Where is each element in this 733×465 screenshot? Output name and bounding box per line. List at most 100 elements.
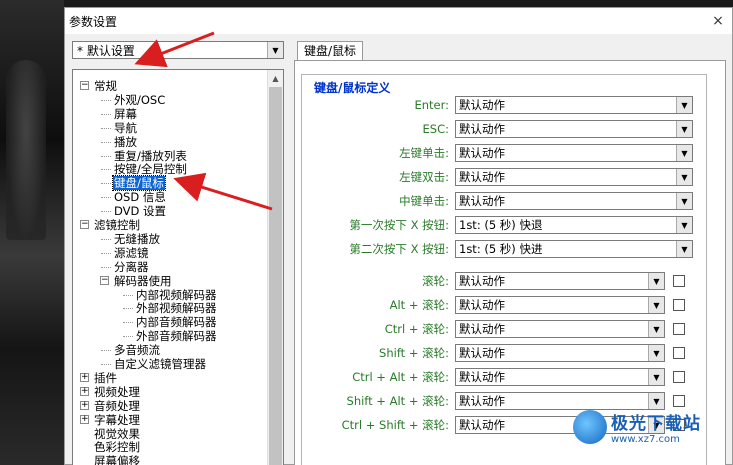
tree-item[interactable]: 播放 bbox=[113, 135, 138, 149]
setting-label: ESC: bbox=[422, 122, 449, 136]
scroll-up-icon[interactable]: ▲ bbox=[268, 70, 283, 86]
tree-connector bbox=[101, 99, 111, 101]
tree-item[interactable]: 解码器使用 bbox=[113, 274, 173, 288]
action-dropdown[interactable]: 默认动作 ▼ bbox=[455, 144, 693, 162]
tree-item[interactable]: 常规 bbox=[93, 79, 118, 93]
close-button[interactable]: × bbox=[708, 11, 728, 31]
setting-label: Enter: bbox=[414, 98, 449, 112]
preset-dropdown[interactable]: * 默认设置 ▼ bbox=[72, 41, 284, 59]
tree-item[interactable]: 重复/播放列表 bbox=[113, 149, 188, 163]
expand-icon[interactable]: + bbox=[80, 400, 89, 410]
enable-checkbox[interactable] bbox=[673, 395, 685, 407]
chevron-down-icon[interactable]: ▼ bbox=[648, 297, 664, 313]
collapse-icon[interactable]: − bbox=[100, 275, 109, 285]
tree-connector bbox=[123, 294, 133, 296]
chevron-down-icon[interactable]: ▼ bbox=[676, 97, 692, 113]
tree-item-label: 源滤镜 bbox=[114, 245, 149, 260]
tree-item[interactable]: 分离器 bbox=[113, 260, 150, 274]
tree-connector bbox=[101, 169, 111, 171]
tree-item[interactable]: 音频处理 bbox=[93, 399, 141, 413]
tree-item[interactable]: 键盘/鼠标 bbox=[112, 175, 166, 192]
action-dropdown[interactable]: 1st: (5 秒) 快进 ▼ bbox=[455, 240, 693, 258]
action-dropdown[interactable]: 1st: (5 秒) 快退 ▼ bbox=[455, 216, 693, 234]
scroll-thumb[interactable] bbox=[269, 87, 282, 465]
tree-item[interactable]: 色彩控制 bbox=[93, 440, 141, 454]
action-dropdown[interactable]: 默认动作 ▼ bbox=[455, 272, 665, 290]
enable-checkbox[interactable] bbox=[673, 275, 685, 287]
tree-item[interactable]: 字幕处理 bbox=[93, 413, 141, 427]
enable-checkbox[interactable] bbox=[673, 299, 685, 311]
chevron-down-icon[interactable]: ▼ bbox=[676, 193, 692, 209]
chevron-down-icon[interactable]: ▼ bbox=[676, 145, 692, 161]
tree-item[interactable]: 按键/全局控制 bbox=[113, 162, 188, 176]
action-dropdown[interactable]: 默认动作 ▼ bbox=[455, 296, 665, 314]
tree-connector bbox=[101, 364, 111, 365]
tree-item[interactable]: 外部音频解码器 bbox=[135, 329, 218, 343]
tree-item[interactable]: 内部音频解码器 bbox=[135, 315, 218, 329]
tree-item[interactable]: 视觉效果 bbox=[93, 427, 141, 441]
tree-item[interactable]: OSD 信息 bbox=[113, 190, 167, 204]
action-value: 默认动作 bbox=[459, 298, 505, 312]
action-dropdown[interactable]: 默认动作 ▼ bbox=[455, 96, 693, 114]
tree-item[interactable]: 滤镜控制 bbox=[93, 218, 141, 232]
action-dropdown[interactable]: 默认动作 ▼ bbox=[455, 344, 665, 362]
tab-keyboard-mouse[interactable]: 键盘/鼠标 bbox=[297, 41, 364, 61]
setting-label: 左键单击: bbox=[399, 146, 449, 160]
tree-item-label: 导航 bbox=[114, 120, 137, 135]
tree-connector bbox=[101, 127, 111, 129]
expand-icon[interactable]: + bbox=[80, 386, 89, 396]
tree-item[interactable]: 外观/OSC bbox=[113, 93, 166, 107]
tree-connector bbox=[101, 113, 111, 115]
tree-scrollbar[interactable]: ▲ bbox=[267, 70, 283, 465]
chevron-down-icon[interactable]: ▼ bbox=[676, 217, 692, 233]
collapse-icon[interactable]: − bbox=[80, 81, 89, 90]
expand-icon[interactable]: + bbox=[80, 414, 89, 424]
action-value: 默认动作 bbox=[459, 98, 505, 112]
settings-window: 参数设置 × * 默认设置 ▼ 常规 − 外观/OSC 屏幕 导航 播放 重复/播放列表 按键… bbox=[64, 7, 733, 465]
watermark-name: 极光下载站 bbox=[611, 414, 701, 434]
chevron-down-icon[interactable]: ▼ bbox=[267, 42, 283, 58]
enable-checkbox[interactable] bbox=[673, 347, 685, 359]
action-dropdown[interactable]: 默认动作 ▼ bbox=[455, 192, 693, 210]
chevron-down-icon[interactable]: ▼ bbox=[676, 169, 692, 185]
chevron-down-icon[interactable]: ▼ bbox=[648, 273, 664, 289]
tree-item[interactable]: 外部视频解码器 bbox=[135, 301, 218, 315]
chevron-down-icon[interactable]: ▼ bbox=[676, 121, 692, 137]
tree-item[interactable]: 自定义滤镜管理器 bbox=[113, 357, 207, 371]
action-dropdown[interactable]: 默认动作 ▼ bbox=[455, 168, 693, 186]
tab-panel: 键盘/鼠标定义 Enter: 默认动作 ▼ ESC: 默认动作 ▼ 左键单击: 默认动作 ▼ 左键… bbox=[294, 60, 726, 465]
action-value: 默认动作 bbox=[459, 146, 505, 160]
tree-item[interactable]: 屏幕 bbox=[113, 107, 138, 121]
action-dropdown[interactable]: 默认动作 ▼ bbox=[455, 368, 665, 386]
chevron-down-icon[interactable]: ▼ bbox=[648, 321, 664, 337]
tree-item[interactable]: 无缝播放 bbox=[113, 232, 161, 246]
chevron-down-icon[interactable]: ▼ bbox=[648, 369, 664, 385]
setting-label: 中键单击: bbox=[399, 194, 449, 208]
tree-item-label: 色彩控制 bbox=[94, 440, 140, 455]
tree-connector bbox=[101, 252, 111, 254]
enable-checkbox[interactable] bbox=[673, 323, 685, 335]
watermark-logo-icon bbox=[573, 410, 607, 444]
chevron-down-icon[interactable]: ▼ bbox=[648, 345, 664, 361]
tree-item[interactable]: 屏幕偏移 bbox=[93, 454, 141, 465]
tree-item-label: 键盘/鼠标 bbox=[112, 175, 166, 192]
tree-item[interactable]: 视频处理 bbox=[93, 385, 141, 399]
setting-label: 第二次按下 X 按钮: bbox=[349, 242, 449, 256]
action-dropdown[interactable]: 默认动作 ▼ bbox=[455, 120, 693, 138]
chevron-down-icon[interactable]: ▼ bbox=[676, 241, 692, 257]
tree-item[interactable]: 内部视频解码器 bbox=[135, 288, 218, 302]
tree-item[interactable]: 多音频流 bbox=[113, 343, 161, 357]
tree-item-label: 播放 bbox=[114, 134, 137, 149]
tree-item[interactable]: 源滤镜 bbox=[113, 246, 150, 260]
tree-item[interactable]: DVD 设置 bbox=[113, 204, 167, 218]
chevron-down-icon[interactable]: ▼ bbox=[648, 393, 664, 409]
tree-item[interactable]: 插件 bbox=[93, 371, 118, 385]
enable-checkbox[interactable] bbox=[673, 371, 685, 383]
settings-tree[interactable]: 常规 − 外观/OSC 屏幕 导航 播放 重复/播放列表 按键/全局控制 键盘/鼠标 OSD 信息… bbox=[72, 69, 284, 465]
tree-item[interactable]: 导航 bbox=[113, 121, 138, 135]
action-dropdown[interactable]: 默认动作 ▼ bbox=[455, 392, 665, 410]
expand-icon[interactable]: + bbox=[80, 372, 89, 382]
tree-item-label: 解码器使用 bbox=[114, 273, 172, 288]
collapse-icon[interactable]: − bbox=[80, 220, 89, 229]
action-dropdown[interactable]: 默认动作 ▼ bbox=[455, 320, 665, 338]
